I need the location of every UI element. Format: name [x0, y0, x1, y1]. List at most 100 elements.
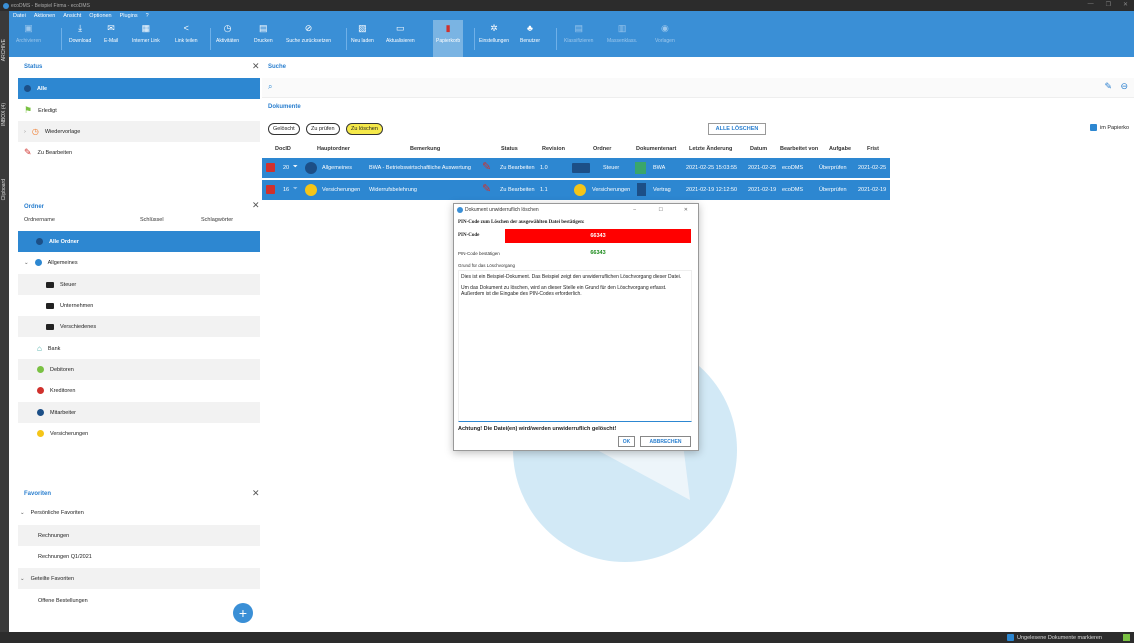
settings-button[interactable]: ✲ Einstellungen	[479, 23, 509, 44]
tab-inbox[interactable]: INBOX (4)	[1, 103, 7, 126]
col-frist[interactable]: Frist	[867, 146, 879, 152]
print-button[interactable]: ▤ Drucken	[254, 23, 273, 44]
close-favorites-panel-icon[interactable]: ✕	[252, 489, 260, 498]
folder-item-mitarbeiter[interactable]: Mitarbeiter	[18, 402, 260, 423]
classify-button[interactable]: ▤ Klassifizieren	[564, 23, 593, 44]
close-folder-panel-icon[interactable]: ✕	[252, 201, 260, 210]
col-bemerkung[interactable]: Bemerkung	[410, 146, 440, 152]
email-button[interactable]: ✉ E-Mail	[104, 23, 118, 44]
archive-button[interactable]: ▣ Archivieren	[16, 23, 41, 44]
minimize-button[interactable]: —	[1088, 1, 1094, 8]
versicherungen-icon	[574, 184, 586, 196]
calendar-icon: ▦	[141, 23, 151, 33]
menu-datei[interactable]: Datei	[13, 13, 26, 19]
dialog-close-button[interactable]: ✕	[684, 207, 688, 213]
menu-ansicht[interactable]: Ansicht	[63, 13, 81, 19]
activities-button[interactable]: ◷ Aktivitäten	[216, 23, 239, 44]
folder-item-versicherungen[interactable]: Versicherungen	[18, 423, 260, 444]
ok-button[interactable]: OK	[618, 436, 635, 447]
gear-icon: ✲	[490, 23, 498, 33]
reason-textarea[interactable]: Dies ist ein Beispiel-Dokument. Das Beis…	[458, 270, 692, 422]
reload-button[interactable]: ▧ Neu laden	[351, 23, 374, 44]
trash-button[interactable]: ▮ Papierkorb	[433, 20, 464, 57]
confirm-pin-field[interactable]: 66343	[505, 248, 691, 258]
fav-group-shared[interactable]: ⌄ Geteilte Favoriten	[18, 568, 260, 589]
fav-group-personal[interactable]: ⌄ Persönliche Favoriten	[18, 504, 260, 522]
folder-item-bank[interactable]: ⌂ Bank	[18, 338, 260, 359]
col-bearbeitet-von[interactable]: Bearbeitet von	[780, 146, 818, 152]
papierkorb-checkbox[interactable]: im Papierko	[1090, 124, 1129, 131]
status-item-erledigt[interactable]: ⚑ Erledigt	[18, 100, 260, 121]
versicherungen-icon	[305, 184, 317, 196]
mitarbeiter-icon	[37, 409, 44, 416]
col-status[interactable]: Status	[501, 146, 518, 152]
table-row[interactable]: 16 ⏷ Versicherungen Widerrufsbelehrung ✎…	[262, 180, 890, 200]
folder-item-verschiedenes[interactable]: Verschiedenes	[18, 316, 260, 337]
status-item-alle[interactable]: Alle	[18, 78, 260, 99]
col-schluessel[interactable]: Schlüssel	[140, 217, 164, 223]
edit-icon[interactable]: ✎	[1104, 81, 1112, 92]
folder-item-allgemeines[interactable]: ⌄ Allgemeines	[18, 252, 260, 273]
pin-field[interactable]: 66343	[505, 229, 691, 243]
window-title: ecoDMS - Beispiel Firma - ecoDMS	[11, 2, 90, 9]
internal-link-button[interactable]: ▦ Interner Link	[132, 23, 160, 44]
add-favorite-button[interactable]: +	[233, 603, 253, 623]
folder-item-kreditoren[interactable]: Kreditoren	[18, 380, 260, 401]
close-status-panel-icon[interactable]: ✕	[252, 62, 260, 71]
col-ordnername[interactable]: Ordnername	[24, 217, 55, 223]
fav-item-bestellungen[interactable]: Offene Bestellungen	[18, 590, 260, 611]
menu-optionen[interactable]: Optionen	[89, 13, 111, 19]
templates-button[interactable]: ◉ Vorlagen	[655, 23, 675, 44]
menu-plugins[interactable]: Plugins	[120, 13, 138, 19]
dropdown-icon[interactable]: ⏷	[293, 186, 298, 193]
delete-all-button[interactable]: ALLE LÖSCHEN	[708, 123, 766, 135]
filter-zu-pruefen[interactable]: Zu prüfen	[306, 123, 340, 135]
dropdown-icon[interactable]: ⏷	[293, 164, 298, 171]
folder-item-debitoren[interactable]: Debitoren	[18, 359, 260, 380]
tab-clipboard[interactable]: Clipboard	[1, 179, 7, 200]
menu-help[interactable]: ?	[146, 13, 149, 19]
pencil-icon: ✎	[482, 183, 492, 195]
table-row[interactable]: 20 ⏷ Allgemeines BWA - Betriebswirtschaf…	[262, 158, 890, 178]
users-button[interactable]: ♣ Benutzer	[520, 23, 540, 44]
maximize-button[interactable]: ❐	[1106, 1, 1111, 8]
folder-item-steuer[interactable]: Steuer	[18, 274, 260, 295]
reload-icon: ▧	[358, 23, 367, 33]
remove-icon[interactable]: ⊖	[1120, 81, 1128, 92]
reset-search-button[interactable]: ⊘ Suche zurücksetzen	[286, 23, 331, 44]
status-item-wiedervorlage[interactable]: › ◷ Wiedervorlage	[18, 121, 260, 142]
search-input[interactable]: ⌕ ✎ ⊖	[262, 78, 1134, 98]
dialog-maximize-button[interactable]: ☐	[659, 207, 663, 213]
pencil-icon: ✎	[482, 161, 492, 173]
unread-toggle[interactable]: Ungelesene Dokumente markieren	[1007, 634, 1102, 641]
col-schlagwoerter[interactable]: Schlagwörter	[201, 217, 233, 223]
status-item-zu-bearbeiten[interactable]: ✎ Zu Bearbeiten	[18, 142, 260, 163]
update-button[interactable]: ▭ Aktualisieren	[386, 23, 415, 44]
dialog-minimize-button[interactable]: –	[633, 207, 636, 213]
mass-classify-button[interactable]: ▥ Massenklass.	[607, 23, 637, 44]
fav-item-rechnungen-q1[interactable]: Rechnungen Q1/2021	[18, 546, 260, 567]
filter-zu-loeschen[interactable]: Zu löschen	[346, 123, 383, 135]
tab-archive[interactable]: ARCHIVE	[1, 39, 7, 61]
folder-item-alle[interactable]: Alle Ordner	[18, 231, 260, 252]
folder-item-unternehmen[interactable]: Unternehmen	[18, 295, 260, 316]
menu-aktionen[interactable]: Aktionen	[34, 13, 55, 19]
clock-icon: ◷	[223, 23, 232, 33]
filter-geloescht[interactable]: Gelöscht	[268, 123, 300, 135]
kreditoren-icon	[37, 387, 44, 394]
dialog-title: Dokument unwiderruflich löschen	[465, 206, 539, 213]
cancel-button[interactable]: ABBRECHEN	[640, 436, 691, 447]
col-ordner[interactable]: Ordner	[593, 146, 611, 152]
col-revision[interactable]: Revision	[542, 146, 565, 152]
download-button[interactable]: ⤓ Download	[69, 23, 91, 44]
fav-item-rechnungen[interactable]: Rechnungen	[18, 525, 260, 546]
col-datum[interactable]: Datum	[750, 146, 767, 152]
close-window-button[interactable]: ✕	[1123, 1, 1128, 8]
col-letzte-aenderung[interactable]: Letzte Änderung	[689, 146, 732, 152]
col-hauptordner[interactable]: Hauptordner	[317, 146, 350, 152]
col-docid[interactable]: DocID	[275, 146, 291, 152]
share-link-button[interactable]: < Link teilen	[175, 23, 198, 44]
col-aufgabe[interactable]: Aufgabe	[829, 146, 851, 152]
documents-title: Dokumente	[268, 104, 301, 110]
col-dokumentenart[interactable]: Dokumentenart	[636, 146, 676, 152]
